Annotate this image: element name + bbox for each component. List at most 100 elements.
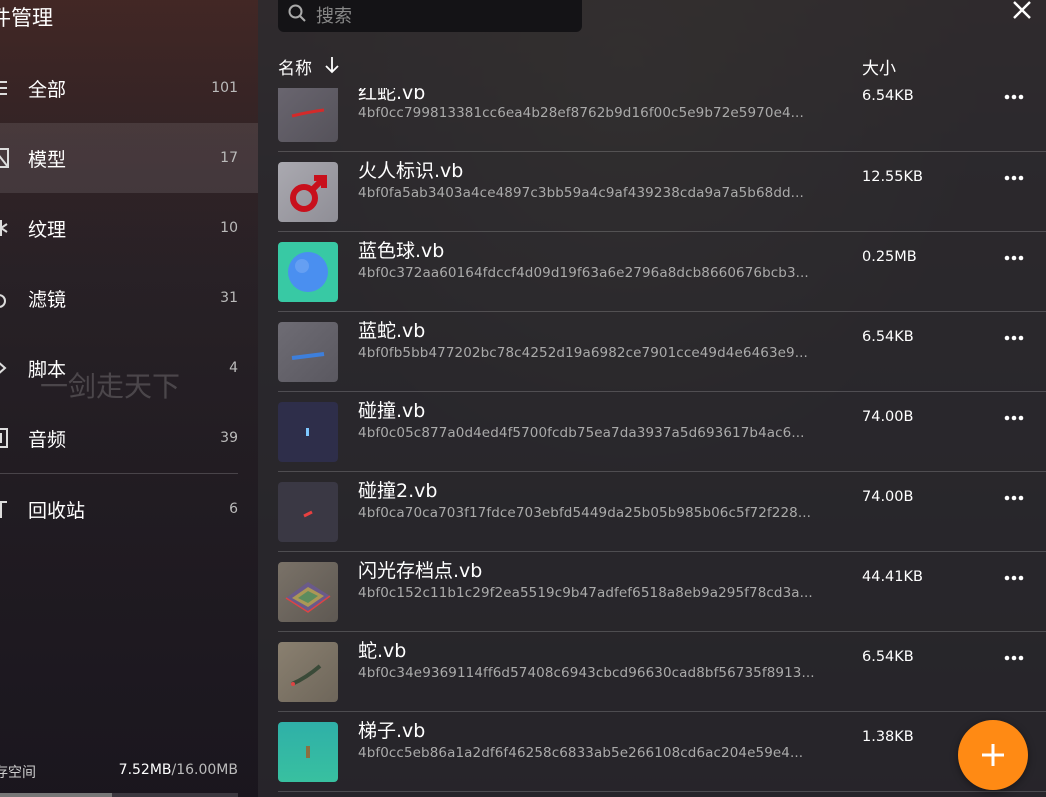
sidebar-item-count: 31 <box>220 290 238 306</box>
texture-icon <box>0 217 10 239</box>
file-size: 44.41KB <box>862 569 923 585</box>
list-item[interactable]: 梯子.vb 4bf0cc5eb86a1a2df6f46258c6833ab5e2… <box>278 712 1046 792</box>
thumbnail-collision-red <box>278 482 338 542</box>
thumbnail-checkpoint <box>278 562 338 622</box>
sidebar: 件管理 一剑走天下 全部 101 模型 17 纹理 10 滤镜 31 脚本 4 <box>0 0 258 797</box>
file-name: 碰撞.vb <box>358 400 426 422</box>
search-input[interactable]: 搜索 <box>316 2 352 28</box>
file-hash: 4bf0cc5eb86a1a2df6f46258c6833ab5e266108c… <box>358 745 804 761</box>
sidebar-item-models[interactable]: 模型 17 <box>0 123 258 193</box>
file-hash: 4bf0fb5bb477202bc78c4252d19a6982ce7901cc… <box>358 345 808 361</box>
list-item[interactable]: 蓝色球.vb 4bf0c372aa60164fdccf4d09d19f63a6e… <box>278 232 1046 312</box>
sidebar-item-textures[interactable]: 纹理 10 <box>0 193 258 263</box>
sidebar-item-count: 6 <box>229 501 238 517</box>
file-size: 6.54KB <box>862 329 914 345</box>
more-options-button[interactable] <box>998 648 1030 668</box>
list-item[interactable]: 闪光存档点.vb 4bf0c152c11b1c29f2ea5519c9b47ad… <box>278 552 1046 632</box>
audio-icon <box>0 427 10 449</box>
more-options-button[interactable] <box>998 488 1030 508</box>
list-item[interactable]: 火人标识.vb 4bf0fa5ab3403a4ce4897c3bb59a4c9a… <box>278 152 1046 232</box>
file-name: 蓝蛇.vb <box>358 320 426 342</box>
search-box[interactable]: 搜索 <box>278 0 582 32</box>
file-hash: 4bf0c372aa60164fdccf4d09d19f63a6e2796a8d… <box>358 265 809 281</box>
storage-progress-bar <box>0 793 238 797</box>
list-item[interactable]: 蛇.vb 4bf0c34e9369114ff6d57408c6943cbcd96… <box>278 632 1046 712</box>
list-item[interactable]: 碰撞.vb 4bf0c05c877a0d4ed4f5700fcdb75ea7da… <box>278 392 1046 472</box>
more-options-button[interactable] <box>998 88 1030 107</box>
file-name: 火人标识.vb <box>358 160 464 182</box>
more-options-button[interactable] <box>998 408 1030 428</box>
file-size: 6.54KB <box>862 649 914 665</box>
thumbnail-male-symbol <box>278 162 338 222</box>
sidebar-item-audio[interactable]: 音频 39 <box>0 403 258 473</box>
more-dots-icon <box>1004 575 1024 581</box>
close-icon[interactable] <box>1010 0 1034 22</box>
sidebar-item-label: 滤镜 <box>28 288 67 311</box>
more-options-button[interactable] <box>998 168 1030 188</box>
thumbnail-red-snake <box>278 88 338 142</box>
file-list: 红蛇.vb 4bf0cc799813381cc6ea4b28ef8762b9d1… <box>278 88 1046 797</box>
sidebar-item-scripts[interactable]: 脚本 4 <box>0 333 258 403</box>
trash-icon <box>0 498 10 520</box>
search-icon <box>288 4 306 22</box>
file-name: 碰撞2.vb <box>358 480 438 502</box>
file-size: 1.38KB <box>862 729 914 745</box>
storage-label: 存空间 <box>0 765 36 781</box>
column-header-name[interactable]: 名称 <box>278 54 312 79</box>
sort-arrow-down-icon[interactable] <box>324 55 340 75</box>
sidebar-item-count: 17 <box>220 150 238 166</box>
sidebar-item-count: 4 <box>229 360 238 376</box>
more-dots-icon <box>1004 495 1024 501</box>
file-size: 0.25MB <box>862 249 917 265</box>
plus-icon <box>982 744 1004 766</box>
column-header-size[interactable]: 大小 <box>862 54 896 79</box>
storage-total: /16.00MB <box>171 762 238 778</box>
list-item[interactable]: 红蛇.vb 4bf0cc799813381cc6ea4b28ef8762b9d1… <box>278 88 1046 152</box>
cube-icon <box>0 147 10 169</box>
file-name: 红蛇.vb <box>358 88 426 104</box>
file-name: 蛇.vb <box>358 640 407 662</box>
more-options-button[interactable] <box>998 248 1030 268</box>
file-name: 梯子.vb <box>358 720 426 742</box>
sidebar-item-label: 模型 <box>28 148 67 171</box>
sidebar-item-trash[interactable]: 回收站 6 <box>0 474 258 544</box>
thumbnail-ladder <box>278 722 338 782</box>
sidebar-item-count: 101 <box>211 80 238 96</box>
thumbnail-collision-blue <box>278 402 338 462</box>
sidebar-item-all[interactable]: 全部 101 <box>0 53 258 123</box>
more-dots-icon <box>1004 255 1024 261</box>
thumbnail-blue-snake <box>278 322 338 382</box>
storage-value: 7.52MB/16.00MB <box>119 762 238 778</box>
file-size: 74.00B <box>862 409 914 425</box>
code-icon <box>0 357 10 379</box>
list-item[interactable]: 蓝蛇.vb 4bf0fb5bb477202bc78c4252d19a6982ce… <box>278 312 1046 392</box>
sidebar-item-count: 39 <box>220 430 238 446</box>
sidebar-item-label: 全部 <box>28 78 67 101</box>
file-hash: 4bf0ca70ca703f17fdce703ebfd5449da25b05b9… <box>358 505 812 521</box>
file-hash: 4bf0c05c877a0d4ed4f5700fcdb75ea7da3937a5… <box>358 425 805 441</box>
thumbnail-snake <box>278 642 338 702</box>
file-hash: 4bf0c152c11b1c29f2ea5519c9b47adfef6518a8… <box>358 585 813 601</box>
sidebar-item-label: 纹理 <box>28 218 67 241</box>
file-size: 74.00B <box>862 489 914 505</box>
add-file-button[interactable] <box>958 720 1028 790</box>
storage-used: 7.52MB <box>118 762 172 778</box>
file-size: 6.54KB <box>862 88 914 104</box>
more-dots-icon <box>1004 655 1024 661</box>
list-item[interactable]: 碰撞2.vb 4bf0ca70ca703f17fdce703ebfd5449da… <box>278 472 1046 552</box>
more-options-button[interactable] <box>998 328 1030 348</box>
sidebar-item-label: 脚本 <box>28 358 67 381</box>
sidebar-title: 件管理 <box>0 6 53 30</box>
file-hash: 4bf0cc799813381cc6ea4b28ef8762b9d16f00c5… <box>358 105 804 121</box>
sidebar-item-label: 音频 <box>28 428 67 451</box>
file-list-panel: 搜索 名称 大小 红蛇.vb 4bf0cc799813381cc6ea4b28e… <box>258 0 1046 797</box>
more-options-button[interactable] <box>998 568 1030 588</box>
sidebar-item-filters[interactable]: 滤镜 31 <box>0 263 258 333</box>
more-dots-icon <box>1004 94 1024 100</box>
file-name: 蓝色球.vb <box>358 240 445 262</box>
more-dots-icon <box>1004 415 1024 421</box>
thumbnail-blue-ball <box>278 242 338 302</box>
more-dots-icon <box>1004 175 1024 181</box>
sidebar-item-label: 回收站 <box>28 499 86 522</box>
more-dots-icon <box>1004 335 1024 341</box>
